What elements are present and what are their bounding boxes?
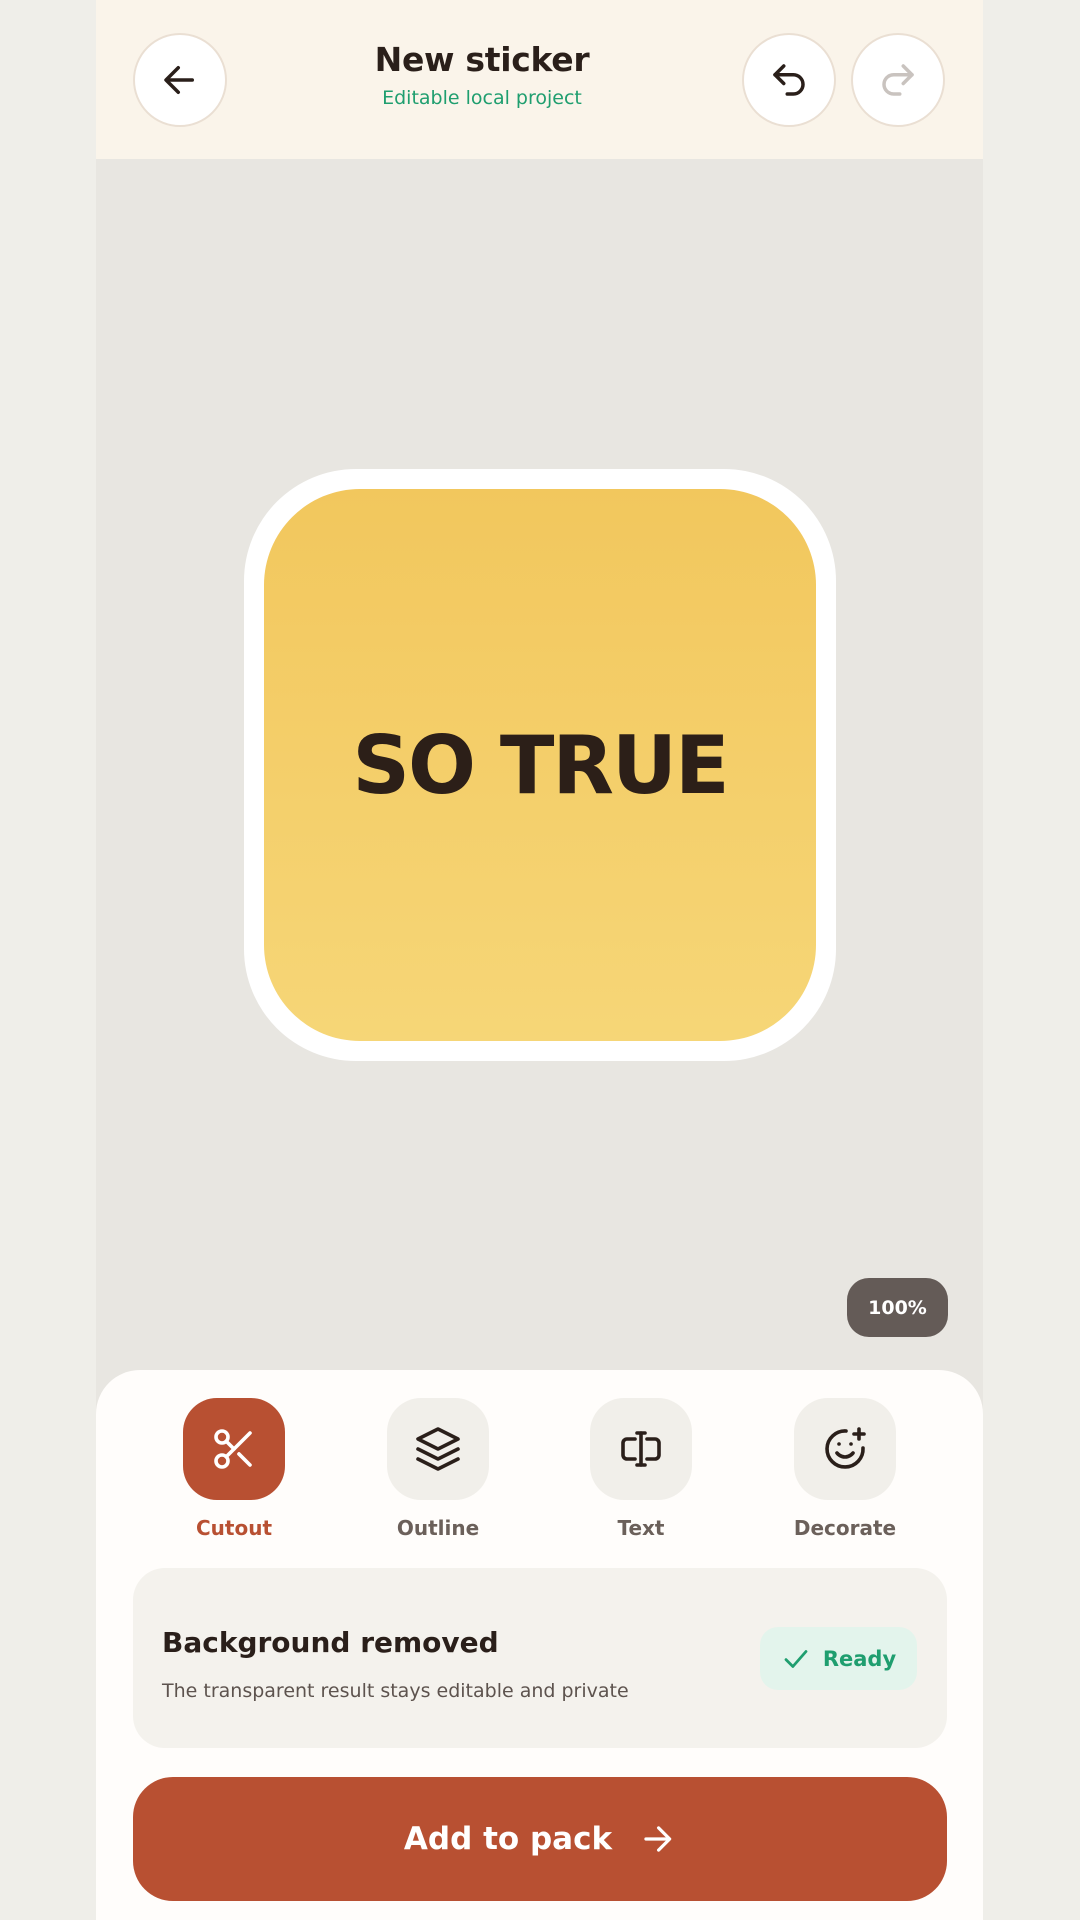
tool-icon-wrap <box>590 1398 692 1500</box>
tool-outline[interactable]: Outline <box>363 1398 513 1540</box>
redo-button[interactable] <box>851 33 945 127</box>
scissors-icon <box>214 1429 252 1469</box>
app-screen: New sticker Editable local project SO TR… <box>96 0 983 1920</box>
page-title: New sticker <box>374 40 590 79</box>
tool-icon-wrap <box>794 1398 896 1500</box>
status-description: The transparent result stays editable an… <box>162 1680 629 1702</box>
status-card: Background removed The transparent resul… <box>133 1568 947 1748</box>
arrow-left-icon <box>164 66 194 94</box>
tools-panel: Cutout Outline Text Decorate Background … <box>96 1370 983 1920</box>
tool-icon-wrap <box>183 1398 285 1500</box>
tool-label: Cutout <box>195 1516 272 1540</box>
sticker-outline[interactable]: SO TRUE <box>244 469 836 1061</box>
sticker-text[interactable]: SO TRUE <box>352 719 729 812</box>
status-title: Background removed <box>162 1626 499 1659</box>
page-subtitle: Editable local project <box>382 87 582 109</box>
smiley-add-icon <box>825 1427 866 1469</box>
layers-icon <box>416 1427 460 1471</box>
undo-icon <box>773 64 805 96</box>
redo-icon <box>882 64 914 96</box>
tool-label: Decorate <box>793 1516 897 1540</box>
add-to-pack-label: Add to pack <box>403 1821 613 1857</box>
title-group: New sticker Editable local project <box>296 40 668 109</box>
tool-icon-wrap <box>387 1398 489 1500</box>
add-to-pack-button[interactable]: Add to pack <box>133 1777 947 1901</box>
top-bar: New sticker Editable local project <box>96 0 983 159</box>
status-badge-label: Ready <box>822 1646 897 1671</box>
sticker[interactable]: SO TRUE <box>264 489 816 1041</box>
arrow-right-icon <box>644 1826 672 1852</box>
back-button[interactable] <box>133 33 227 127</box>
text-cursor-icon <box>621 1431 661 1467</box>
zoom-level-badge[interactable]: 100% <box>847 1278 948 1337</box>
tool-text[interactable]: Text <box>566 1398 716 1540</box>
tool-cutout[interactable]: Cutout <box>159 1398 309 1540</box>
tool-label: Text <box>617 1516 665 1540</box>
undo-button[interactable] <box>742 33 836 127</box>
status-badge: Ready <box>760 1627 917 1690</box>
editor-canvas[interactable]: SO TRUE 100% <box>96 159 983 1370</box>
check-icon <box>784 1649 808 1668</box>
tool-label: Outline <box>396 1516 480 1540</box>
tool-decorate[interactable]: Decorate <box>770 1398 920 1540</box>
